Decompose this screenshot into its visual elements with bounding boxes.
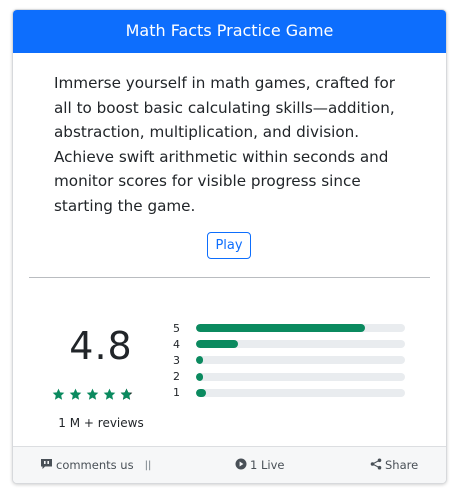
star-rating xyxy=(52,386,133,400)
divider xyxy=(29,277,430,278)
rating-bar-fill xyxy=(196,324,366,333)
average-rating: 4.8 xyxy=(69,324,133,368)
rating-bar-fill xyxy=(196,388,207,397)
game-description: Immerse yourself in math games, crafted … xyxy=(54,74,396,215)
rating-bar-label: 3 xyxy=(173,353,180,367)
comments-link[interactable]: comments us || xyxy=(40,447,151,483)
rating-bar-label: 5 xyxy=(173,321,180,335)
rating-bar-row: 2 xyxy=(173,369,405,385)
play-circle-icon xyxy=(235,458,247,473)
share-label: Share xyxy=(385,458,419,472)
card-footer: comments us || 1 Live Share xyxy=(13,446,446,483)
rating-bar-fill xyxy=(196,356,204,365)
card-header: Math Facts Practice Game xyxy=(13,10,446,53)
game-card: Math Facts Practice Game Immerse yoursel… xyxy=(12,9,447,484)
rating-bar-track xyxy=(196,356,405,365)
play-button[interactable]: Play xyxy=(207,232,251,259)
reviews-count: 1 M + reviews xyxy=(58,416,144,430)
rating-breakdown: 5 4 3 2 1 xyxy=(173,320,405,401)
star-full-icon xyxy=(103,386,116,400)
share-icon xyxy=(370,458,382,473)
rating-bar-row: 3 xyxy=(173,352,405,368)
rating-bar-label: 1 xyxy=(173,386,180,400)
live-indicator[interactable]: 1 Live xyxy=(235,447,284,483)
live-label: 1 Live xyxy=(250,458,285,472)
card-title: Math Facts Practice Game xyxy=(125,21,334,40)
rating-bar-label: 4 xyxy=(173,337,180,351)
comment-icon xyxy=(40,458,53,473)
star-full-icon xyxy=(86,386,99,400)
rating-bar-row: 4 xyxy=(173,336,405,352)
rating-bar-track xyxy=(196,388,405,397)
rating-bar-track xyxy=(196,324,405,333)
rating-bar-fill xyxy=(196,372,204,381)
star-full-icon xyxy=(69,386,82,400)
rating-bar-row: 1 xyxy=(173,385,405,401)
rating-bar-track xyxy=(196,340,405,349)
rating-bar-fill xyxy=(196,340,238,349)
share-button[interactable]: Share xyxy=(370,447,418,483)
rating-bar-label: 2 xyxy=(173,370,180,384)
footer-separator: || xyxy=(144,459,152,471)
rating-bar-row: 5 xyxy=(173,320,405,336)
star-partial-icon xyxy=(120,386,133,400)
star-full-icon xyxy=(52,386,65,400)
rating-bar-track xyxy=(196,372,405,381)
comments-label: comments us xyxy=(56,458,134,472)
